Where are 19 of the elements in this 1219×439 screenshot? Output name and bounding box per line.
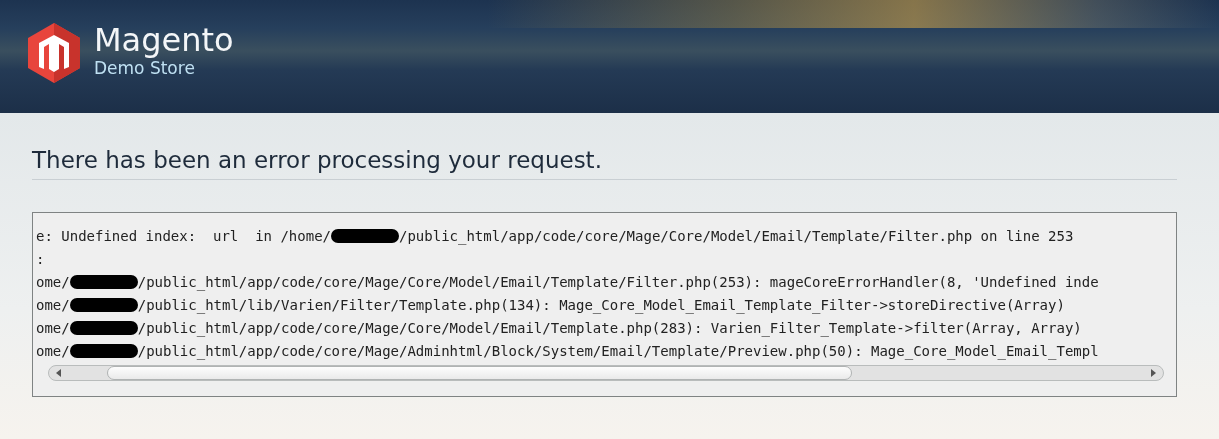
horizontal-scrollbar[interactable] <box>48 365 1164 381</box>
right-arrow-icon[interactable] <box>1149 369 1157 377</box>
brand-name: Magento <box>94 21 234 58</box>
trace-text: ome/ <box>36 274 70 290</box>
trace-text: /public_html/app/code/core/Mage/Core/Model/Email/Template/Filter.php(253): mageCoreErrorHandler(8, 'Undefined inde <box>137 274 1099 290</box>
store-tagline: Demo Store <box>94 57 195 78</box>
trace-text: e: Undefined index: url in /home/ <box>36 228 331 244</box>
trace-text: /public_html/app/code/core/Mage/Adminhtml/Block/System/Email/Template/Preview.php(50): Mage_Core_Model_Email_Templ <box>137 343 1099 359</box>
trace-text: ome/ <box>36 343 70 359</box>
trace-text: ome/ <box>36 320 70 336</box>
trace-text: /public_html/app/code/core/Mage/Core/Model/Email/Template/Filter.php on line 253 <box>399 228 1074 244</box>
trace-text: : <box>36 251 45 267</box>
trace-text: /public_html/app/code/core/Mage/Core/Model/Email/Template.php(283): Varien_Filter_Template->filter(Array, Array) <box>137 320 1082 336</box>
trace-text: /public_html/lib/Varien/Filter/Template.php(134): Mage_Core_Model_Email_Template_Filter->storeDirective(Array) <box>137 297 1065 313</box>
trace-text: ome/ <box>36 297 70 313</box>
logo-icon <box>28 22 80 83</box>
scrollbar-thumb[interactable] <box>107 366 852 380</box>
left-arrow-icon[interactable] <box>55 369 63 377</box>
error-title: There has been an error processing your request. <box>32 147 1177 180</box>
